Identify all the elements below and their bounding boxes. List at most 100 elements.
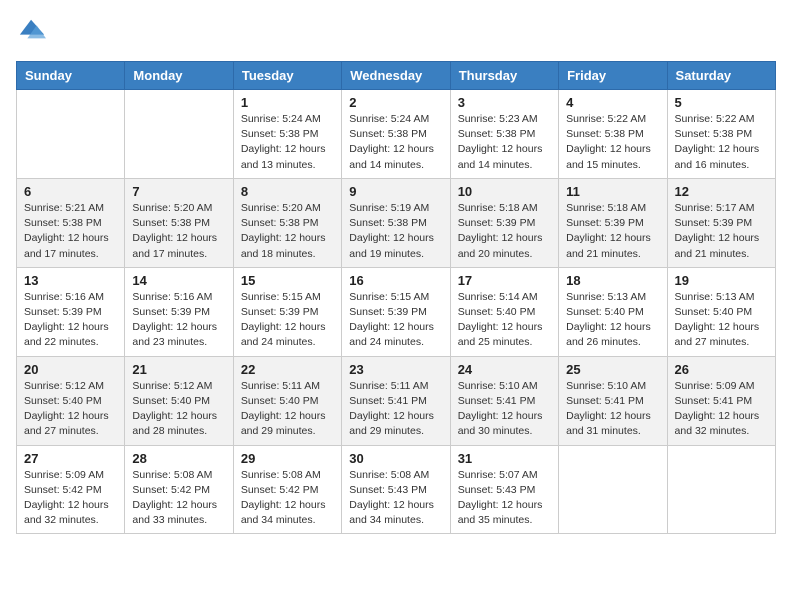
day-info: Sunrise: 5:09 AM Sunset: 5:42 PM Dayligh… xyxy=(24,468,117,529)
calendar-cell: 17 Sunrise: 5:14 AM Sunset: 5:40 PM Dayli… xyxy=(450,267,558,356)
calendar-cell xyxy=(667,445,775,534)
day-number: 17 xyxy=(458,273,551,288)
day-number: 15 xyxy=(241,273,334,288)
day-info: Sunrise: 5:13 AM Sunset: 5:40 PM Dayligh… xyxy=(675,290,768,351)
calendar-cell: 16 Sunrise: 5:15 AM Sunset: 5:39 PM Dayli… xyxy=(342,267,450,356)
col-header-saturday: Saturday xyxy=(667,62,775,90)
col-header-wednesday: Wednesday xyxy=(342,62,450,90)
calendar-week-row: 6Sunrise: 5:21 AM Sunset: 5:38 PM Daylig… xyxy=(17,178,776,267)
calendar-cell: 25 Sunrise: 5:10 AM Sunset: 5:41 PM Dayli… xyxy=(559,356,667,445)
day-info: Sunrise: 5:20 AM Sunset: 5:38 PM Dayligh… xyxy=(132,201,225,262)
col-header-tuesday: Tuesday xyxy=(233,62,341,90)
calendar-cell: 18 Sunrise: 5:13 AM Sunset: 5:40 PM Dayli… xyxy=(559,267,667,356)
day-info: Sunrise: 5:08 AM Sunset: 5:42 PM Dayligh… xyxy=(132,468,225,529)
calendar-cell: 20 Sunrise: 5:12 AM Sunset: 5:40 PM Dayli… xyxy=(17,356,125,445)
day-number: 14 xyxy=(132,273,225,288)
day-info: Sunrise: 5:15 AM Sunset: 5:39 PM Dayligh… xyxy=(349,290,442,351)
day-info: Sunrise: 5:16 AM Sunset: 5:39 PM Dayligh… xyxy=(24,290,117,351)
day-number: 24 xyxy=(458,362,551,377)
day-number: 29 xyxy=(241,451,334,466)
day-info: Sunrise: 5:08 AM Sunset: 5:42 PM Dayligh… xyxy=(241,468,334,529)
calendar-cell: 30 Sunrise: 5:08 AM Sunset: 5:43 PM Dayli… xyxy=(342,445,450,534)
col-header-monday: Monday xyxy=(125,62,233,90)
calendar-cell xyxy=(559,445,667,534)
day-info: Sunrise: 5:23 AM Sunset: 5:38 PM Dayligh… xyxy=(458,112,551,173)
day-info: Sunrise: 5:18 AM Sunset: 5:39 PM Dayligh… xyxy=(458,201,551,262)
day-info: Sunrise: 5:22 AM Sunset: 5:38 PM Dayligh… xyxy=(675,112,768,173)
calendar-cell: 14Sunrise: 5:16 AM Sunset: 5:39 PM Dayli… xyxy=(125,267,233,356)
day-number: 10 xyxy=(458,184,551,199)
day-number: 22 xyxy=(241,362,334,377)
calendar-cell: 21Sunrise: 5:12 AM Sunset: 5:40 PM Dayli… xyxy=(125,356,233,445)
day-number: 13 xyxy=(24,273,117,288)
calendar-cell: 4 Sunrise: 5:22 AM Sunset: 5:38 PM Daylig… xyxy=(559,90,667,179)
day-info: Sunrise: 5:20 AM Sunset: 5:38 PM Dayligh… xyxy=(241,201,334,262)
day-info: Sunrise: 5:22 AM Sunset: 5:38 PM Dayligh… xyxy=(566,112,659,173)
day-info: Sunrise: 5:12 AM Sunset: 5:40 PM Dayligh… xyxy=(132,379,225,440)
calendar-header-row: SundayMondayTuesdayWednesdayThursdayFrid… xyxy=(17,62,776,90)
calendar-cell: 8 Sunrise: 5:20 AM Sunset: 5:38 PM Daylig… xyxy=(233,178,341,267)
day-number: 7 xyxy=(132,184,225,199)
day-info: Sunrise: 5:17 AM Sunset: 5:39 PM Dayligh… xyxy=(675,201,768,262)
day-info: Sunrise: 5:12 AM Sunset: 5:40 PM Dayligh… xyxy=(24,379,117,440)
calendar-week-row: 13 Sunrise: 5:16 AM Sunset: 5:39 PM Dayli… xyxy=(17,267,776,356)
calendar-cell: 11 Sunrise: 5:18 AM Sunset: 5:39 PM Dayli… xyxy=(559,178,667,267)
calendar-cell xyxy=(125,90,233,179)
day-number: 19 xyxy=(675,273,768,288)
day-number: 27 xyxy=(24,451,117,466)
calendar-cell: 24 Sunrise: 5:10 AM Sunset: 5:41 PM Dayli… xyxy=(450,356,558,445)
day-number: 30 xyxy=(349,451,442,466)
calendar-cell: 22Sunrise: 5:11 AM Sunset: 5:40 PM Dayli… xyxy=(233,356,341,445)
day-number: 2 xyxy=(349,95,442,110)
calendar-cell: 6Sunrise: 5:21 AM Sunset: 5:38 PM Daylig… xyxy=(17,178,125,267)
calendar-cell: 1 Sunrise: 5:24 AM Sunset: 5:38 PM Daylig… xyxy=(233,90,341,179)
day-number: 9 xyxy=(349,184,442,199)
calendar-cell: 3 Sunrise: 5:23 AM Sunset: 5:38 PM Daylig… xyxy=(450,90,558,179)
calendar-cell: 29 Sunrise: 5:08 AM Sunset: 5:42 PM Dayli… xyxy=(233,445,341,534)
calendar-cell: 10 Sunrise: 5:18 AM Sunset: 5:39 PM Dayli… xyxy=(450,178,558,267)
day-info: Sunrise: 5:14 AM Sunset: 5:40 PM Dayligh… xyxy=(458,290,551,351)
calendar-week-row: 1 Sunrise: 5:24 AM Sunset: 5:38 PM Daylig… xyxy=(17,90,776,179)
calendar-cell: 15 Sunrise: 5:15 AM Sunset: 5:39 PM Dayli… xyxy=(233,267,341,356)
day-info: Sunrise: 5:10 AM Sunset: 5:41 PM Dayligh… xyxy=(458,379,551,440)
logo xyxy=(16,16,48,49)
calendar-cell: 2Sunrise: 5:24 AM Sunset: 5:38 PM Daylig… xyxy=(342,90,450,179)
day-info: Sunrise: 5:18 AM Sunset: 5:39 PM Dayligh… xyxy=(566,201,659,262)
calendar-cell: 27 Sunrise: 5:09 AM Sunset: 5:42 PM Dayli… xyxy=(17,445,125,534)
day-number: 26 xyxy=(675,362,768,377)
calendar-cell: 28 Sunrise: 5:08 AM Sunset: 5:42 PM Dayli… xyxy=(125,445,233,534)
day-number: 16 xyxy=(349,273,442,288)
day-info: Sunrise: 5:24 AM Sunset: 5:38 PM Dayligh… xyxy=(241,112,334,173)
day-number: 12 xyxy=(675,184,768,199)
calendar-week-row: 27 Sunrise: 5:09 AM Sunset: 5:42 PM Dayli… xyxy=(17,445,776,534)
day-info: Sunrise: 5:13 AM Sunset: 5:40 PM Dayligh… xyxy=(566,290,659,351)
day-number: 18 xyxy=(566,273,659,288)
day-info: Sunrise: 5:15 AM Sunset: 5:39 PM Dayligh… xyxy=(241,290,334,351)
day-number: 25 xyxy=(566,362,659,377)
day-number: 20 xyxy=(24,362,117,377)
calendar-cell xyxy=(17,90,125,179)
day-info: Sunrise: 5:07 AM Sunset: 5:43 PM Dayligh… xyxy=(458,468,551,529)
day-info: Sunrise: 5:21 AM Sunset: 5:38 PM Dayligh… xyxy=(24,201,117,262)
col-header-friday: Friday xyxy=(559,62,667,90)
page-header xyxy=(16,16,776,49)
calendar-cell: 19 Sunrise: 5:13 AM Sunset: 5:40 PM Dayli… xyxy=(667,267,775,356)
day-number: 11 xyxy=(566,184,659,199)
col-header-sunday: Sunday xyxy=(17,62,125,90)
day-number: 4 xyxy=(566,95,659,110)
calendar-cell: 5 Sunrise: 5:22 AM Sunset: 5:38 PM Daylig… xyxy=(667,90,775,179)
day-info: Sunrise: 5:08 AM Sunset: 5:43 PM Dayligh… xyxy=(349,468,442,529)
day-info: Sunrise: 5:11 AM Sunset: 5:41 PM Dayligh… xyxy=(349,379,442,440)
calendar-week-row: 20 Sunrise: 5:12 AM Sunset: 5:40 PM Dayli… xyxy=(17,356,776,445)
calendar-table: SundayMondayTuesdayWednesdayThursdayFrid… xyxy=(16,61,776,534)
day-number: 31 xyxy=(458,451,551,466)
day-number: 3 xyxy=(458,95,551,110)
day-info: Sunrise: 5:19 AM Sunset: 5:38 PM Dayligh… xyxy=(349,201,442,262)
day-number: 5 xyxy=(675,95,768,110)
calendar-cell: 26Sunrise: 5:09 AM Sunset: 5:41 PM Dayli… xyxy=(667,356,775,445)
day-number: 1 xyxy=(241,95,334,110)
calendar-cell: 12 Sunrise: 5:17 AM Sunset: 5:39 PM Dayli… xyxy=(667,178,775,267)
day-number: 28 xyxy=(132,451,225,466)
day-number: 8 xyxy=(241,184,334,199)
day-info: Sunrise: 5:10 AM Sunset: 5:41 PM Dayligh… xyxy=(566,379,659,440)
